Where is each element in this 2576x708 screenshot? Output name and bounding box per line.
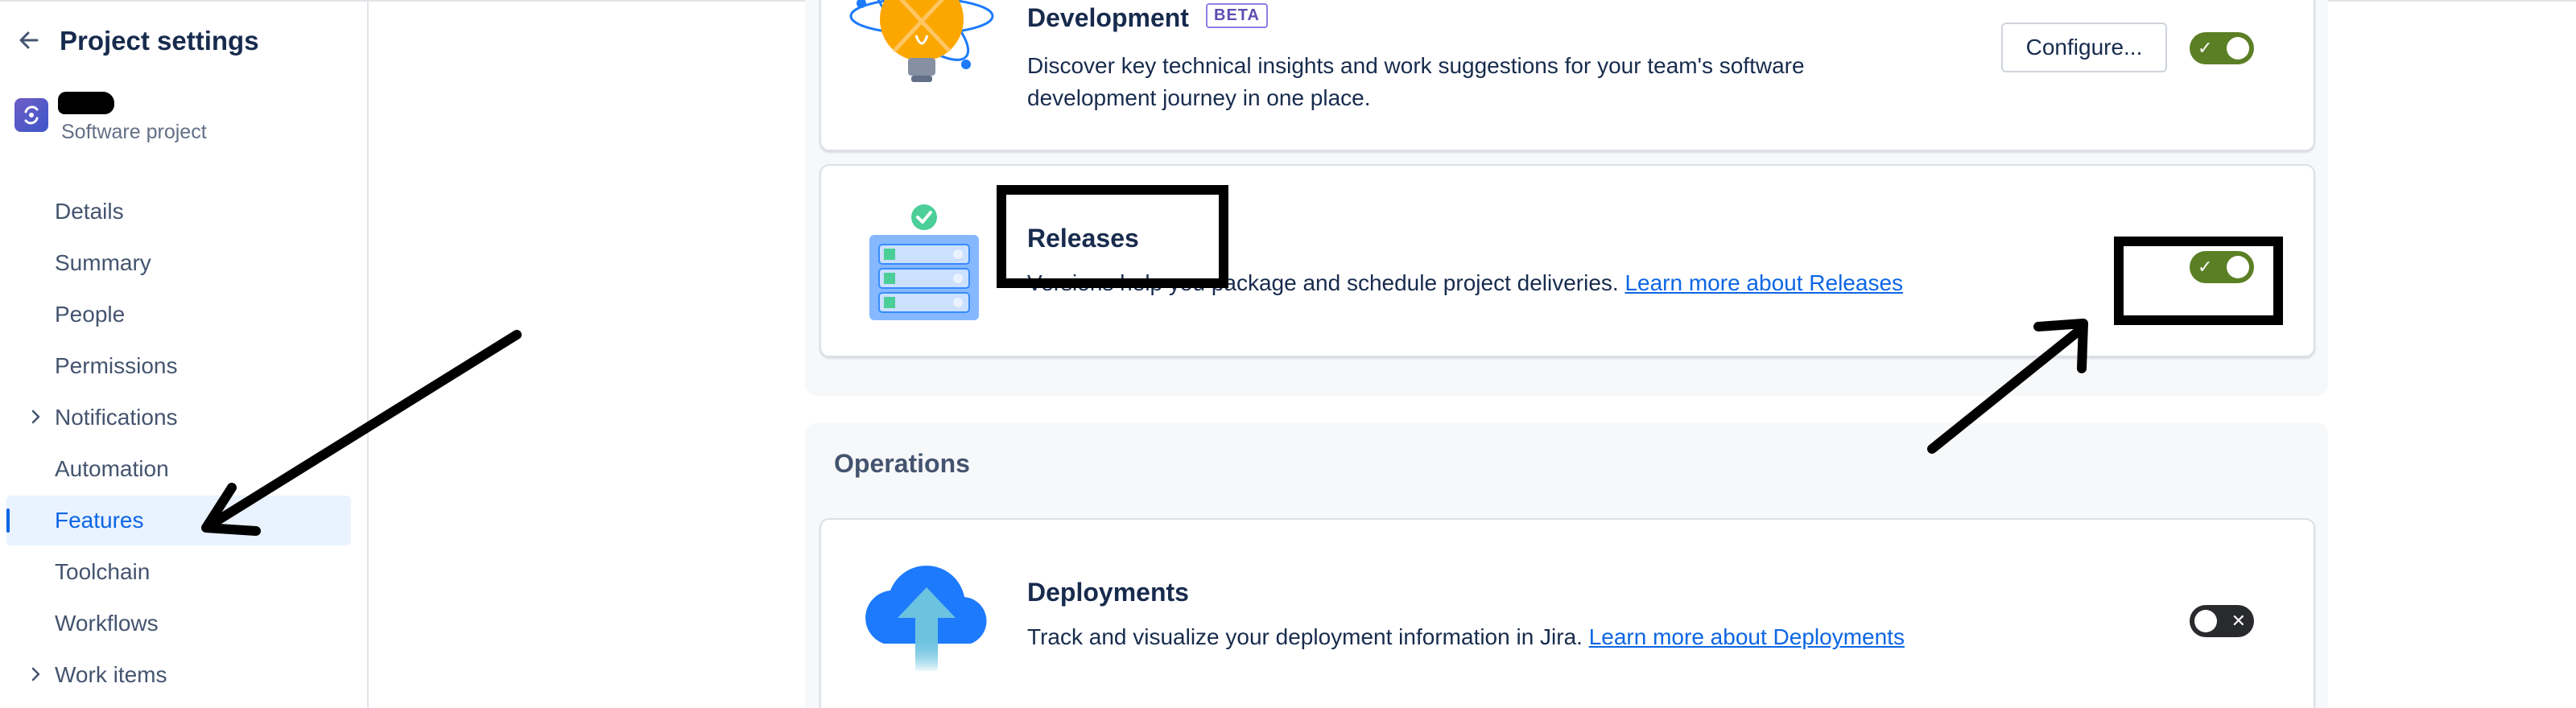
annotation-arrows: [201, 319, 2088, 536]
annotation-arrow-to-features: [201, 330, 522, 536]
annotation-arrow-to-toggle: [1927, 319, 2088, 454]
